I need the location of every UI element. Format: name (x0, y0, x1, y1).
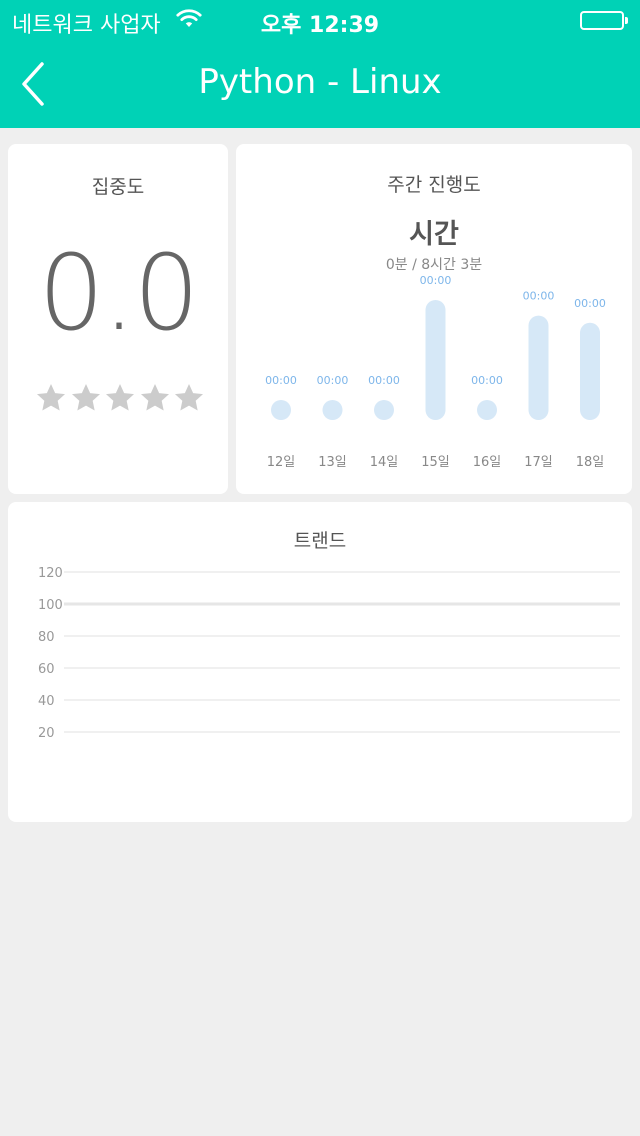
focus-card: 집중도 0.0 (8, 144, 228, 494)
day-label: 15일 (421, 455, 450, 470)
day-label: 17일 (524, 455, 553, 470)
trend-title: 트랜드 (293, 530, 347, 552)
y-tick-label: 80 (38, 630, 55, 645)
bar-2 (322, 400, 343, 420)
day-label: 16일 (473, 455, 502, 470)
bar-1 (271, 400, 291, 420)
nav-bar: Python - Linux (0, 40, 640, 128)
day-label: 14일 (370, 455, 399, 470)
weekly-bar-chart: 00:00 12일 00:00 13일 00:00 14일 00:00 15일 00:00 16일… (265, 274, 606, 470)
bar-4 (425, 300, 446, 420)
bar-value-label: 00:00 (523, 290, 555, 303)
star-icon (71, 384, 100, 411)
bar-value-label: 00:00 (420, 274, 452, 287)
focus-title: 집중도 (91, 176, 145, 198)
status-bar: 네트워크 사업자 오후 12:39 (0, 0, 640, 40)
battery-icon (580, 11, 628, 30)
weekly-summary: 0분 / 8시간 3분 (385, 257, 483, 273)
y-tick-label: 100 (38, 598, 63, 613)
bar-6 (528, 315, 549, 420)
weekly-progress-card: 주간 진행도 시간 0분 / 8시간 3분 00:00 12일 00:00 13일 00… (236, 144, 632, 494)
weekly-title: 주간 진행도 (387, 174, 481, 196)
weekly-unit: 시간 (409, 219, 459, 250)
star-icon (106, 384, 134, 411)
bar-value-label: 00:00 (368, 374, 400, 387)
trend-line-chart: 120 100 80 60 40 20 (38, 566, 620, 741)
focus-score: 0.0 (38, 232, 199, 354)
star-icon (37, 384, 65, 411)
y-tick-label: 60 (38, 662, 55, 677)
trend-card: 트랜드 120 100 80 60 40 20 (8, 502, 632, 822)
bar-7 (580, 322, 600, 420)
bar-3 (374, 400, 394, 420)
bar-value-label: 00:00 (471, 374, 503, 387)
star-icon (140, 384, 169, 411)
status-time: 오후 12:39 (260, 13, 380, 38)
bar-5 (477, 400, 497, 420)
bar-value-label: 00:00 (265, 374, 297, 387)
page-title: Python - Linux (198, 62, 442, 102)
y-tick-label: 40 (38, 694, 55, 709)
bar-value-label: 00:00 (574, 297, 606, 310)
bar-value-label: 00:00 (317, 374, 349, 387)
star-rating (35, 382, 205, 416)
y-tick-label: 20 (38, 726, 55, 741)
star-icon (175, 384, 203, 411)
header: 네트워크 사업자 오후 12:39 Python - Linux (0, 0, 640, 128)
day-label: 12일 (267, 455, 296, 470)
y-tick-label: 120 (38, 566, 63, 581)
day-label: 18일 (576, 455, 605, 470)
day-label: 13일 (318, 455, 347, 470)
